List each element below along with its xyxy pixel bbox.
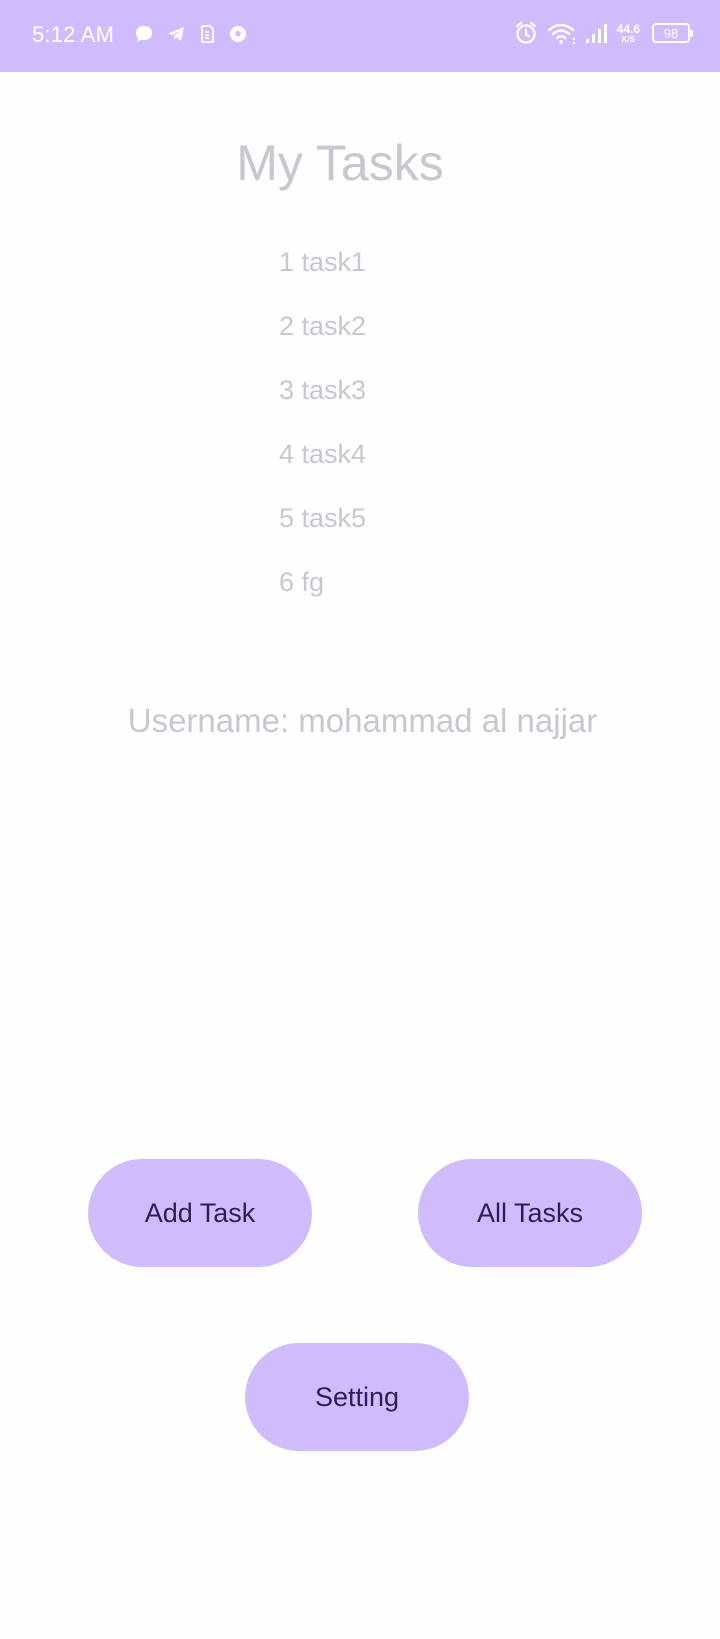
add-task-button[interactable]: Add Task	[88, 1159, 312, 1267]
list-item[interactable]: 2 task2	[279, 308, 366, 372]
telegram-icon	[166, 24, 186, 44]
wifi-icon	[547, 21, 577, 45]
status-bar: 5:12 AM 44.6 K/S 98	[0, 0, 720, 72]
all-tasks-button[interactable]: All Tasks	[418, 1159, 642, 1267]
notification-icons	[134, 24, 248, 44]
chat-bubble-icon	[134, 24, 154, 44]
list-item[interactable]: 3 task3	[279, 372, 366, 436]
soccer-ball-icon	[228, 24, 248, 44]
status-time: 5:12 AM	[32, 22, 115, 47]
network-speed-indicator: 44.6 K/S	[617, 23, 640, 44]
alarm-icon	[513, 20, 539, 46]
network-speed-value: 44.6	[616, 21, 640, 36]
page-title: My Tasks	[236, 135, 444, 191]
system-icons: 44.6 K/S 98	[513, 20, 693, 46]
username-label: Username: mohammad al najjar	[127, 702, 598, 739]
signal-icon	[585, 22, 609, 44]
setting-button[interactable]: Setting	[245, 1343, 469, 1451]
battery-level: 98	[663, 25, 679, 41]
network-speed-unit: K/S	[621, 34, 635, 44]
battery-icon: 98	[652, 23, 693, 43]
list-item[interactable]: 6 fg	[279, 564, 366, 628]
task-list: 1 task1 2 task2 3 task3 4 task4 5 task5 …	[279, 244, 366, 628]
list-item[interactable]: 5 task5	[279, 500, 366, 564]
sim-icon	[198, 24, 216, 44]
list-item[interactable]: 4 task4	[279, 436, 366, 500]
list-item[interactable]: 1 task1	[279, 244, 366, 308]
